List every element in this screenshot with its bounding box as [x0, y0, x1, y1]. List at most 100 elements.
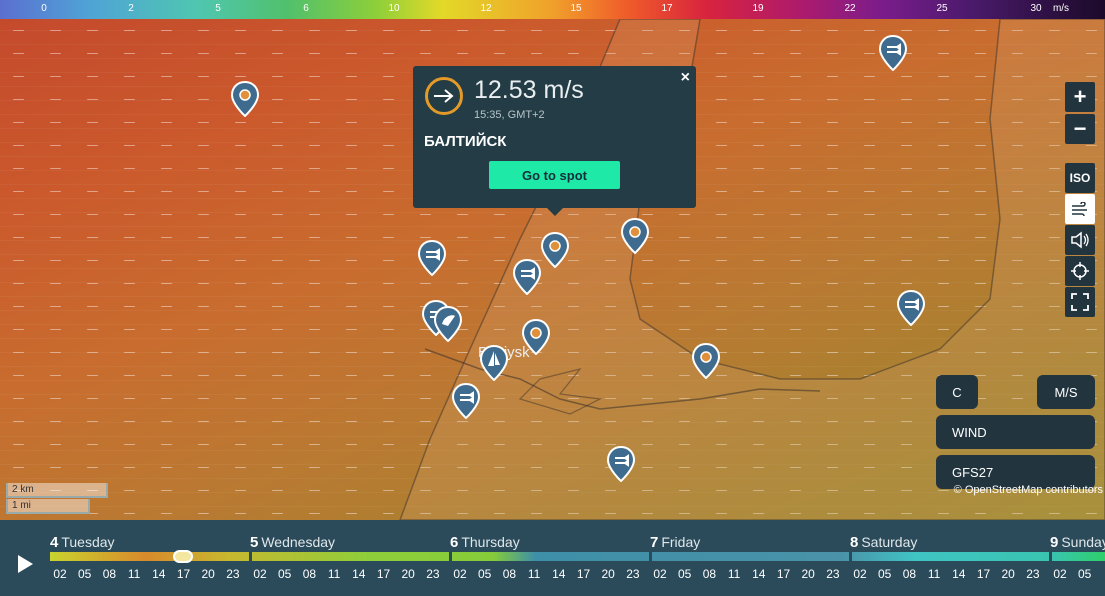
scale-mi: 1 mi [6, 499, 90, 514]
day-label[interactable]: 4 Tuesday [50, 534, 115, 551]
hour-tick[interactable]: 02 [853, 567, 866, 581]
speed-unit-button[interactable]: M/S [1037, 375, 1095, 409]
arrow-right-icon [425, 77, 463, 115]
wind-speed-legend: 0 2 5 6 10 12 15 17 19 22 25 30 m/s [0, 0, 1105, 19]
hour-tick[interactable]: 05 [878, 567, 891, 581]
hour-tick[interactable]: 17 [377, 567, 390, 581]
legend-value: 15 [570, 3, 582, 14]
hour-tick[interactable]: 20 [802, 567, 815, 581]
hour-tick[interactable]: 20 [202, 567, 215, 581]
hour-tick[interactable]: 23 [226, 567, 239, 581]
hour-tick[interactable]: 23 [826, 567, 839, 581]
fish-marker-icon[interactable] [607, 446, 635, 482]
hour-tick[interactable]: 02 [653, 567, 666, 581]
wind-icon[interactable] [1065, 194, 1095, 224]
hour-tick[interactable]: 11 [528, 567, 540, 581]
layer-select[interactable]: WIND [936, 415, 1095, 449]
hour-tick[interactable]: 02 [253, 567, 266, 581]
spot-marker-icon[interactable] [231, 81, 259, 117]
hour-tick[interactable]: 08 [103, 567, 116, 581]
fish-marker-icon[interactable] [879, 35, 907, 71]
crosshair-icon[interactable] [1065, 256, 1095, 286]
hour-tick[interactable]: 23 [1026, 567, 1039, 581]
hour-tick[interactable]: 14 [952, 567, 965, 581]
fish-marker-icon[interactable] [452, 383, 480, 419]
hour-tick[interactable]: 14 [352, 567, 365, 581]
hour-tick[interactable]: 08 [503, 567, 516, 581]
hour-tick[interactable]: 11 [328, 567, 340, 581]
legend-value: 22 [844, 3, 856, 14]
temperature-unit-button[interactable]: C [936, 375, 978, 409]
legend-value: 30 [1030, 3, 1042, 14]
spot-marker-icon[interactable] [692, 343, 720, 379]
spot-name: БАЛТИЙСК [424, 133, 507, 150]
forecast-color-bar[interactable] [50, 552, 1105, 561]
timeline-slider-handle[interactable] [173, 550, 193, 563]
hour-tick[interactable]: 11 [128, 567, 140, 581]
day-label[interactable]: 8 Saturday [850, 534, 917, 551]
play-icon[interactable] [14, 553, 36, 575]
hour-tick[interactable]: 02 [1053, 567, 1066, 581]
legend-value: 5 [215, 3, 221, 14]
scale-km: 2 km [6, 483, 108, 498]
fullscreen-icon[interactable] [1065, 287, 1095, 317]
hour-tick[interactable]: 20 [1002, 567, 1015, 581]
hour-tick[interactable]: 05 [678, 567, 691, 581]
legend-unit: m/s [1052, 3, 1070, 14]
hour-tick[interactable]: 02 [53, 567, 66, 581]
fish-marker-icon[interactable] [897, 290, 925, 326]
forecast-timeline[interactable]: 4 Tuesday 5 Wednesday 6 Thursday 7 Friday 8S… [0, 520, 1105, 596]
legend-value: 10 [388, 3, 400, 14]
hour-tick[interactable]: 11 [728, 567, 740, 581]
legend-value: 6 [303, 3, 309, 14]
hour-tick[interactable]: 08 [303, 567, 316, 581]
day-label[interactable]: 7 Friday [650, 534, 700, 551]
hour-tick[interactable]: 05 [478, 567, 491, 581]
spot-popup: 12.53 m/s 15:35, GMT+2 БАЛТИЙСК Go to sp… [413, 66, 696, 216]
day-label[interactable]: 6 Thursday [450, 534, 520, 551]
iso-button[interactable]: ISO [1065, 163, 1095, 193]
hour-tick[interactable]: 17 [977, 567, 990, 581]
hour-tick[interactable]: 08 [903, 567, 916, 581]
close-icon[interactable]: × [681, 69, 690, 87]
wind-map[interactable]: Baltiysk 12.53 m/s 15:35, GMT+2 БАЛТИЙСК… [0, 19, 1105, 520]
hour-tick[interactable]: 08 [703, 567, 716, 581]
hour-tick[interactable]: 14 [152, 567, 165, 581]
day-label[interactable]: 9 Sunday [1050, 534, 1105, 551]
hour-tick[interactable]: 11 [928, 567, 940, 581]
fish-marker-icon[interactable] [513, 259, 541, 295]
wind-speed-value: 12.53 m/s [474, 76, 584, 104]
hour-tick[interactable]: 14 [552, 567, 565, 581]
hour-tick[interactable]: 20 [602, 567, 615, 581]
spot-marker-icon[interactable] [522, 319, 550, 355]
hour-tick[interactable]: 05 [278, 567, 291, 581]
sail-marker-icon[interactable] [480, 345, 508, 381]
legend-value: 0 [41, 3, 47, 14]
hour-tick[interactable]: 20 [402, 567, 415, 581]
zoom-in-button[interactable]: + [1065, 82, 1095, 112]
forecast-time: 15:35, GMT+2 [474, 109, 545, 121]
legend-value: 2 [128, 3, 134, 14]
hour-tick[interactable]: 17 [777, 567, 790, 581]
legend-value: 12 [480, 3, 492, 14]
legend-value: 17 [661, 3, 673, 14]
kite-marker-icon[interactable] [434, 306, 462, 342]
hour-tick[interactable]: 05 [78, 567, 91, 581]
go-to-spot-button[interactable]: Go to spot [489, 161, 620, 189]
fish-marker-icon[interactable] [418, 240, 446, 276]
zoom-out-button[interactable]: − [1065, 114, 1095, 144]
map-attribution[interactable]: © OpenStreetMap contributors [954, 484, 1103, 496]
hour-tick[interactable]: 02 [453, 567, 466, 581]
legend-value: 25 [936, 3, 948, 14]
hour-tick[interactable]: 23 [426, 567, 439, 581]
legend-value: 19 [752, 3, 764, 14]
hour-tick[interactable]: 23 [626, 567, 639, 581]
hour-tick[interactable]: 05 [1078, 567, 1091, 581]
hour-tick[interactable]: 14 [752, 567, 765, 581]
hour-tick[interactable]: 17 [177, 567, 190, 581]
speaker-icon[interactable] [1065, 225, 1095, 255]
day-label[interactable]: 5 Wednesday [250, 534, 335, 551]
hour-tick[interactable]: 17 [577, 567, 590, 581]
spot-marker-icon[interactable] [541, 232, 569, 268]
spot-marker-icon[interactable] [621, 218, 649, 254]
